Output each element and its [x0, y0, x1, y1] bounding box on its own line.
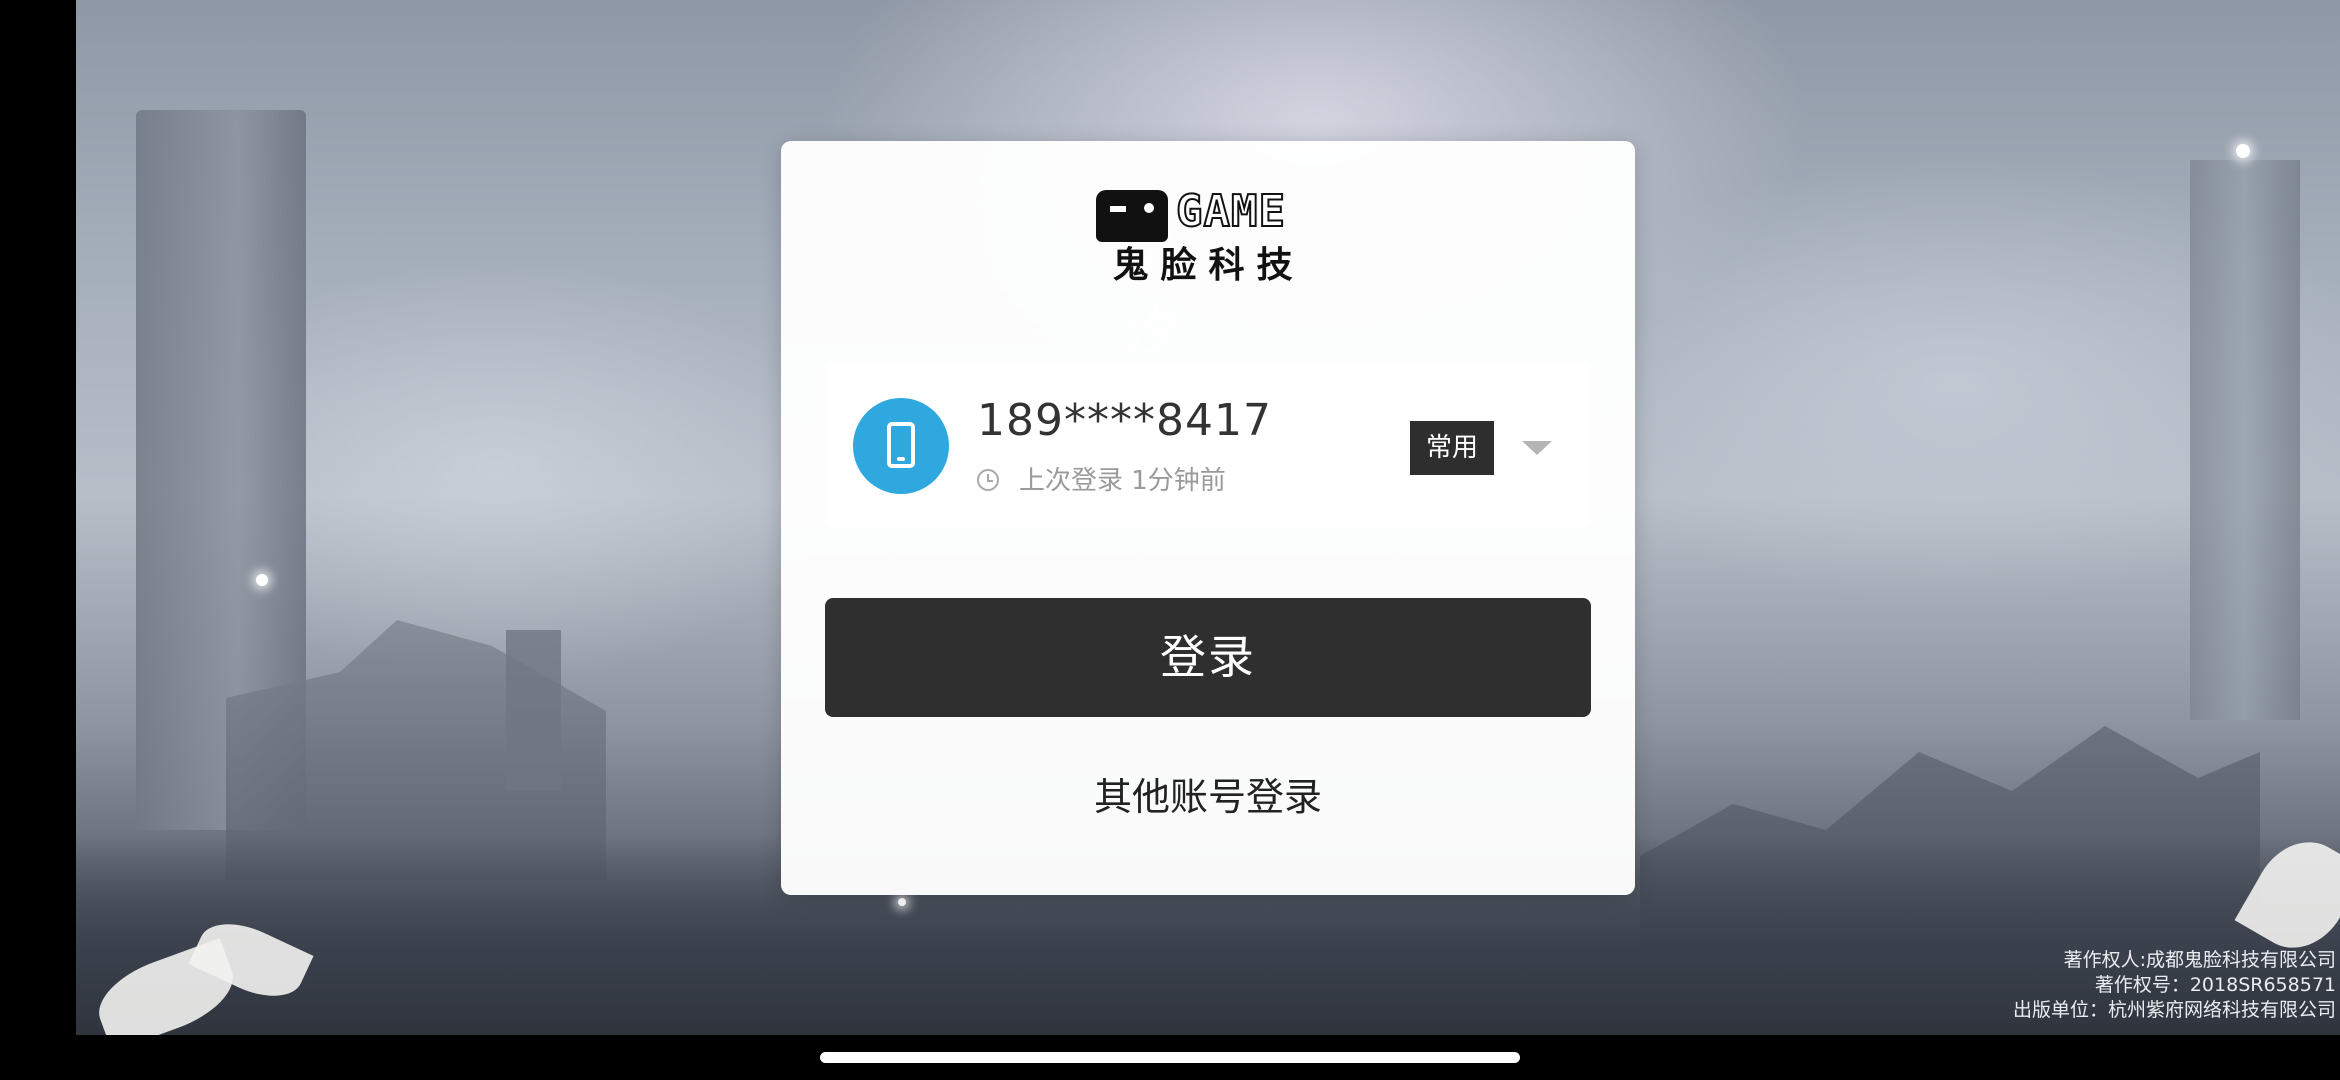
account-avatar: [853, 398, 949, 494]
chevron-down-icon[interactable]: [1522, 441, 1552, 455]
copyright-line: 著作权号：2018SR658571: [2094, 974, 2336, 996]
left-black-bar: [0, 0, 76, 1080]
saved-account-selector[interactable]: 189****8417 上次登录 1分钟前 常用: [825, 363, 1591, 528]
logo-brand-en: GAME: [1175, 185, 1286, 238]
sparkle: [256, 574, 268, 586]
copyright-line: 出版单位：杭州紫府网络科技有限公司: [2012, 999, 2336, 1021]
home-indicator[interactable]: [820, 1052, 1520, 1063]
background-pillar: [506, 630, 561, 790]
last-login-text: 上次登录 1分钟前: [1019, 466, 1226, 496]
copyright-notice: 著作权人:成都鬼脸科技有限公司 著作权号：2018SR658571 出版单位：杭…: [2013, 948, 2336, 1023]
background-tower-right: [2190, 160, 2300, 720]
frequent-badge: 常用: [1410, 421, 1494, 475]
login-dialog: 灵 汐 GAME 鬼脸科技 189****8417 上次登录 1分钟前 常用 登…: [781, 141, 1635, 895]
copyright-line: 著作权人:成都鬼脸科技有限公司: [2063, 949, 2336, 971]
other-account-login-link[interactable]: 其他账号登录: [781, 769, 1635, 825]
clock-icon: [977, 469, 999, 491]
sparkle: [898, 898, 906, 906]
phone-icon: [887, 422, 915, 468]
ghostface-logo: GAME 鬼脸科技: [1096, 185, 1321, 286]
login-button[interactable]: 登录: [825, 598, 1591, 717]
sparkle: [2236, 144, 2250, 158]
account-number: 189****8417: [977, 395, 1272, 446]
gamepad-icon: [1096, 190, 1168, 242]
logo-brand-cn: 鬼脸科技: [1112, 245, 1305, 286]
